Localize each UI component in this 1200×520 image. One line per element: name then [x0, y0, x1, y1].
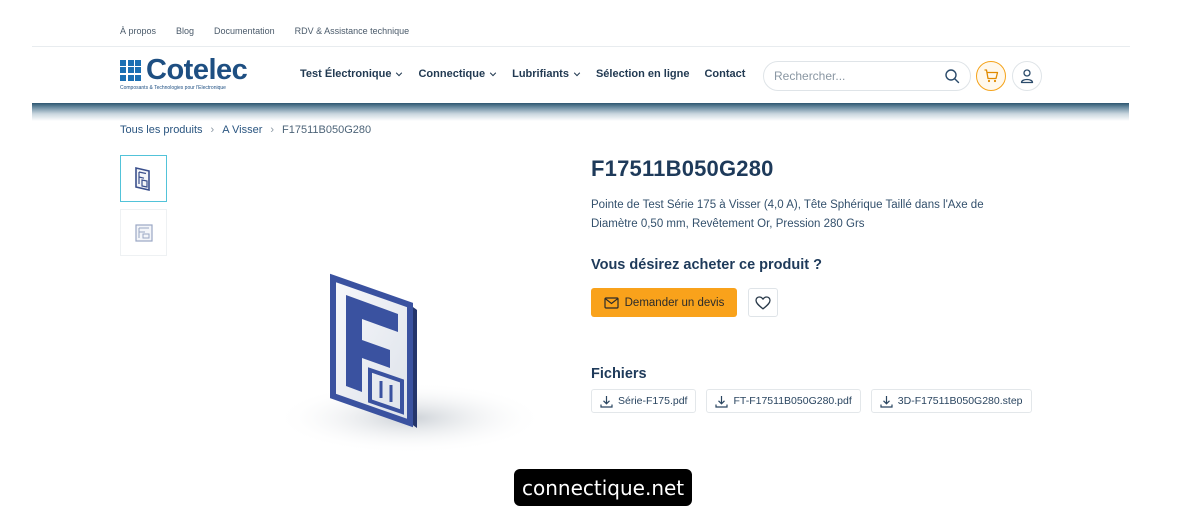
file-download-serie[interactable]: Série-F175.pdf — [591, 389, 697, 413]
nav-item-connectique[interactable]: Connectique — [418, 68, 497, 80]
download-icon — [715, 395, 729, 408]
search-box — [763, 61, 971, 91]
download-icon — [880, 395, 893, 408]
nav-item-label: Lubrifiants — [512, 68, 569, 80]
utility-nav: À propos Blog Documentation RDV & Assist… — [120, 26, 409, 36]
header-divider — [32, 103, 1129, 121]
utility-link-support[interactable]: RDV & Assistance technique — [295, 26, 410, 36]
download-icon — [600, 395, 613, 408]
file-download-ft[interactable]: FT-F17511B050G280.pdf — [706, 389, 861, 413]
chevron-down-icon — [489, 72, 497, 77]
topbar-divider — [32, 46, 1130, 47]
utility-link-blog[interactable]: Blog — [176, 26, 194, 36]
request-quote-label: Demander un devis — [624, 296, 725, 309]
product-thumbnail-2[interactable] — [120, 209, 167, 256]
chevron-down-icon — [396, 72, 403, 77]
product-main-image — [275, 273, 545, 454]
breadcrumb-separator-icon: › — [270, 124, 275, 136]
search-icon[interactable] — [944, 68, 960, 84]
logo-name: Cotelec — [146, 54, 248, 86]
breadcrumb-item-category[interactable]: A Visser — [222, 124, 262, 136]
utility-link-about[interactable]: À propos — [120, 26, 156, 36]
nav-item-test-electronique[interactable]: Test Électronique — [300, 68, 403, 80]
nav-item-selection-en-ligne[interactable]: Sélection en ligne — [596, 68, 690, 80]
logo-tagline: Composants & Technologies pour l'Electro… — [120, 85, 226, 91]
chevron-down-icon — [573, 72, 581, 77]
search-input[interactable] — [774, 69, 944, 83]
file-name: Série-F175.pdf — [618, 395, 688, 407]
cart-button[interactable] — [976, 61, 1006, 91]
main-nav: Test Électronique Connectique Lubrifiant… — [300, 68, 745, 80]
files-heading: Fichiers — [591, 366, 647, 382]
breadcrumb-item-current: F17511B050G280 — [282, 124, 372, 136]
product-description: Pointe de Test Série 175 à Visser (4,0 A… — [591, 199, 984, 230]
nav-item-label: Connectique — [418, 68, 486, 80]
product-logo-thumbnail-icon — [134, 166, 150, 191]
heart-icon — [755, 295, 771, 309]
product-title: F17511B050G280 — [591, 156, 774, 181]
nav-item-label: Sélection en ligne — [595, 68, 690, 80]
request-quote-button[interactable]: Demander un devis — [591, 288, 737, 317]
watermark-label: connectique.net — [514, 469, 693, 506]
buy-heading: Vous désirez acheter ce produit ? — [591, 257, 822, 273]
file-name: FT-F17511B050G280.pdf — [733, 395, 852, 407]
file-name: 3D-F17511B050G280.step — [897, 395, 1023, 407]
cart-icon — [984, 69, 999, 83]
product-thumbnail-1[interactable] — [120, 155, 167, 202]
nav-item-label: Contact — [704, 68, 746, 80]
breadcrumb: Tous les produits › A Visser › F17511B05… — [120, 124, 371, 136]
logo-grid-icon — [120, 59, 141, 81]
product-logo-thumbnail-icon — [134, 223, 153, 242]
account-button[interactable] — [1012, 61, 1042, 91]
files-list: Série-F175.pdf FT-F17511B050G280.pdf 3D-… — [591, 389, 1032, 413]
breadcrumb-item-all-products[interactable]: Tous les produits — [120, 124, 203, 136]
brand-logo[interactable]: Cotelec Composants & Technologies pour l… — [120, 56, 270, 96]
breadcrumb-separator-icon: › — [210, 124, 215, 136]
nav-item-label: Test Électronique — [300, 68, 392, 80]
nav-item-lubrifiants[interactable]: Lubrifiants — [512, 68, 581, 80]
nav-item-contact[interactable]: Contact — [704, 68, 745, 80]
file-download-3d[interactable]: 3D-F17511B050G280.step — [870, 389, 1032, 413]
add-to-favorites-button[interactable] — [748, 288, 778, 317]
mail-icon — [604, 296, 619, 309]
user-icon — [1020, 69, 1034, 84]
utility-link-documentation[interactable]: Documentation — [214, 26, 275, 36]
